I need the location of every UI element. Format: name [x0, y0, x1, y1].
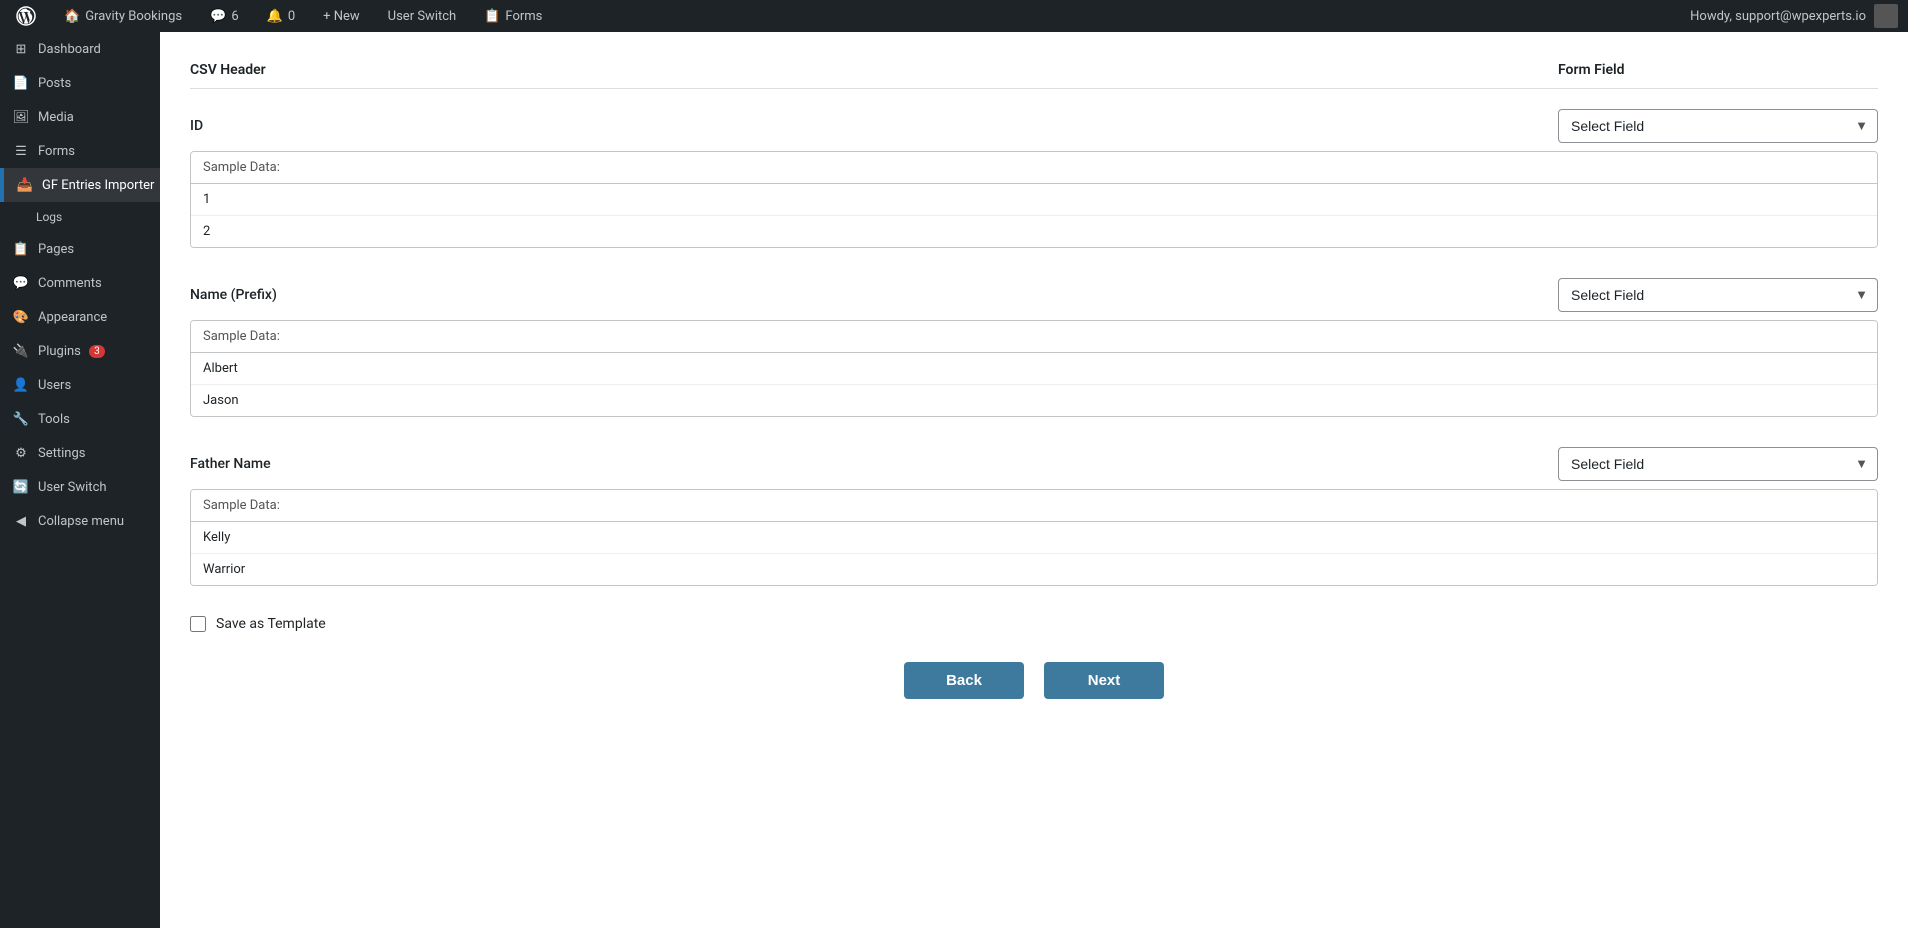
posts-icon: 📄	[12, 74, 30, 92]
sidebar-item-media[interactable]: 🖼 Media	[0, 100, 160, 134]
name-prefix-sample-row-1: Albert	[191, 353, 1877, 385]
back-button[interactable]: Back	[904, 662, 1024, 699]
media-icon: 🖼	[12, 108, 30, 126]
csv-header-label: CSV Header	[190, 62, 1558, 78]
father-name-sample-header: Sample Data:	[191, 490, 1877, 522]
sidebar-label: Comments	[38, 276, 102, 291]
gf-entries-icon: 📥	[16, 176, 34, 194]
site-name-button[interactable]: 🏠 Gravity Bookings	[58, 0, 188, 32]
save-as-template-row: Save as Template	[190, 616, 1878, 632]
sidebar-label: Logs	[36, 210, 62, 224]
sidebar: ⊞ Dashboard 📄 Posts 🖼 Media ☰ Forms 📥 GF…	[0, 32, 160, 928]
form-field-header-label: Form Field	[1558, 62, 1878, 78]
plugins-badge: 3	[89, 345, 105, 358]
sidebar-label: Media	[38, 110, 74, 125]
sidebar-label: GF Entries Importer	[42, 178, 154, 193]
settings-icon: ⚙	[12, 444, 30, 462]
name-prefix-select[interactable]: Select Field	[1558, 278, 1878, 312]
sidebar-item-users[interactable]: 👤 Users	[0, 368, 160, 402]
sidebar-item-plugins[interactable]: 🔌 Plugins 3	[0, 334, 160, 368]
name-prefix-select-wrapper: Select Field ▼	[1558, 278, 1878, 312]
forms-adminbar-button[interactable]: 📋 Forms	[478, 0, 548, 32]
father-name-select-wrapper: Select Field ▼	[1558, 447, 1878, 481]
appearance-icon: 🎨	[12, 308, 30, 326]
sidebar-label: Appearance	[38, 310, 107, 325]
name-prefix-sample-data-box: Sample Data: Albert Jason	[190, 320, 1878, 417]
new-content-button[interactable]: + New	[317, 0, 366, 32]
sidebar-item-dashboard[interactable]: ⊞ Dashboard	[0, 32, 160, 66]
sidebar-label: Plugins	[38, 344, 81, 359]
id-sample-data-header: Sample Data:	[191, 152, 1877, 184]
sidebar-item-user-switch[interactable]: 🔄 User Switch	[0, 470, 160, 504]
id-sample-row-2: 2	[191, 216, 1877, 247]
father-name-sample-data-box: Sample Data: Kelly Warrior	[190, 489, 1878, 586]
sidebar-label: Users	[38, 378, 71, 393]
name-prefix-sample-row-2: Jason	[191, 385, 1877, 416]
sidebar-label: Settings	[38, 446, 85, 461]
father-name-sample-row-2: Warrior	[191, 554, 1877, 585]
sidebar-label: Dashboard	[38, 42, 101, 57]
sidebar-item-gf-entries[interactable]: 📥 GF Entries Importer	[0, 168, 160, 202]
comments-button[interactable]: 💬 6	[204, 0, 245, 32]
user-switch-adminbar-button[interactable]: User Switch	[382, 0, 463, 32]
users-icon: 👤	[12, 376, 30, 394]
id-field-row: ID Select Field ▼ Sample Data: 1 2	[190, 109, 1878, 248]
id-select-wrapper: Select Field ▼	[1558, 109, 1878, 143]
plugins-icon: 🔌	[12, 342, 30, 360]
tools-icon: 🔧	[12, 410, 30, 428]
forms-icon: 📋	[484, 9, 500, 24]
bell-icon: 🔔	[267, 9, 283, 24]
save-as-template-checkbox[interactable]	[190, 616, 206, 632]
sidebar-item-tools[interactable]: 🔧 Tools	[0, 402, 160, 436]
sidebar-label: Pages	[38, 242, 74, 257]
user-avatar	[1874, 4, 1898, 28]
father-name-select[interactable]: Select Field	[1558, 447, 1878, 481]
forms-sidebar-icon: ☰	[12, 142, 30, 160]
dashboard-icon: ⊞	[12, 40, 30, 58]
save-as-template-label: Save as Template	[216, 616, 326, 632]
sidebar-label: Forms	[38, 144, 75, 159]
action-buttons-row: Back Next	[190, 662, 1878, 699]
id-select[interactable]: Select Field	[1558, 109, 1878, 143]
sidebar-item-comments[interactable]: 💬 Comments	[0, 266, 160, 300]
wp-logo-button[interactable]	[10, 0, 42, 32]
father-name-field-row: Father Name Select Field ▼ Sample Data: …	[190, 447, 1878, 586]
sidebar-item-collapse[interactable]: ◀ Collapse menu	[0, 504, 160, 538]
main-content: CSV Header Form Field ID Select Field ▼ …	[160, 32, 1908, 928]
sidebar-item-settings[interactable]: ⚙ Settings	[0, 436, 160, 470]
sidebar-item-pages[interactable]: 📋 Pages	[0, 232, 160, 266]
sidebar-item-appearance[interactable]: 🎨 Appearance	[0, 300, 160, 334]
sidebar-label: Tools	[38, 412, 70, 427]
sidebar-label: Posts	[38, 76, 71, 91]
admin-bar: 🏠 Gravity Bookings 💬 6 🔔 0 + New User Sw…	[0, 0, 1908, 32]
pages-icon: 📋	[12, 240, 30, 258]
id-sample-data-box: Sample Data: 1 2	[190, 151, 1878, 248]
name-prefix-label: Name (Prefix)	[190, 287, 1558, 303]
name-prefix-sample-header: Sample Data:	[191, 321, 1877, 353]
father-name-sample-row-1: Kelly	[191, 522, 1877, 554]
collapse-icon: ◀	[12, 512, 30, 530]
id-field-label: ID	[190, 118, 1558, 134]
next-button[interactable]: Next	[1044, 662, 1164, 699]
sidebar-label: Collapse menu	[38, 514, 124, 529]
sidebar-item-posts[interactable]: 📄 Posts	[0, 66, 160, 100]
comments-sidebar-icon: 💬	[12, 274, 30, 292]
column-headers: CSV Header Form Field	[190, 52, 1878, 89]
home-icon: 🏠	[64, 9, 80, 24]
sidebar-label: User Switch	[38, 480, 107, 495]
adminbar-user: Howdy, support@wpexperts.io	[1690, 4, 1898, 28]
sidebar-item-forms[interactable]: ☰ Forms	[0, 134, 160, 168]
sidebar-item-logs[interactable]: Logs	[0, 202, 160, 232]
id-sample-row-1: 1	[191, 184, 1877, 216]
name-prefix-field-row: Name (Prefix) Select Field ▼ Sample Data…	[190, 278, 1878, 417]
user-switch-icon: 🔄	[12, 478, 30, 496]
father-name-label: Father Name	[190, 456, 1558, 472]
comments-icon: 💬	[210, 9, 226, 24]
notifications-button[interactable]: 🔔 0	[261, 0, 302, 32]
